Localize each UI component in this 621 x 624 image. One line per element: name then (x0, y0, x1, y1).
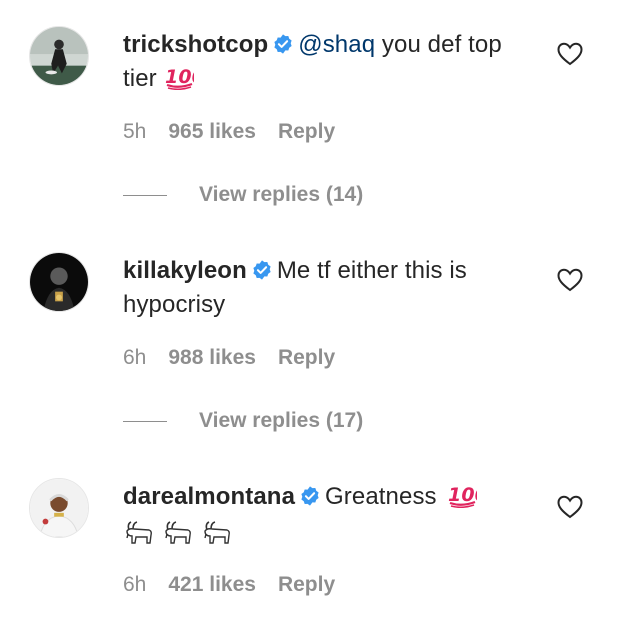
username[interactable]: darealmontana (123, 483, 295, 510)
100-emoji-icon: 100 (447, 482, 488, 518)
comment-time[interactable]: 6h (123, 346, 146, 369)
comment-meta: 5h 965 likes Reply (123, 120, 357, 144)
comment-text: darealmontana Greatness 100 (123, 480, 518, 556)
divider-line (123, 420, 167, 422)
comment-text: trickshotcop@shaq you def top tier 100 (123, 28, 518, 100)
comment-meta: 6h 421 likes Reply (123, 573, 357, 597)
reply-button[interactable]: Reply (278, 573, 335, 596)
view-replies-label: View replies (14) (199, 183, 364, 206)
like-heart-icon[interactable] (557, 495, 583, 519)
likes-count[interactable]: 965 likes (168, 120, 256, 143)
username[interactable]: killakyleon (123, 257, 247, 284)
view-replies-button[interactable]: View replies (17) (123, 409, 363, 433)
like-heart-icon[interactable] (557, 268, 583, 292)
reply-button[interactable]: Reply (278, 346, 335, 369)
comment-body: Greatness (325, 483, 437, 510)
reply-button[interactable]: Reply (278, 120, 335, 143)
verified-badge-icon (299, 483, 321, 506)
like-heart-icon[interactable] (557, 42, 583, 66)
goat-emoji-icon (162, 518, 194, 556)
verified-badge-icon (251, 257, 273, 280)
comment-meta: 6h 988 likes Reply (123, 346, 357, 370)
verified-badge-icon (272, 31, 294, 54)
comment-text: killakyleon Me tf either this is hypocris… (123, 254, 518, 322)
mention-link[interactable]: @shaq (298, 31, 375, 58)
goat-emoji-icon (201, 518, 233, 556)
avatar-image (30, 27, 88, 85)
likes-count[interactable]: 421 likes (168, 573, 256, 596)
view-replies-label: View replies (17) (199, 409, 364, 432)
avatar[interactable] (29, 252, 89, 312)
avatar[interactable] (29, 26, 89, 86)
comment-time[interactable]: 6h (123, 573, 146, 596)
likes-count[interactable]: 988 likes (168, 346, 256, 369)
divider-line (123, 194, 167, 196)
comment-time[interactable]: 5h (123, 120, 146, 143)
view-replies-button[interactable]: View replies (14) (123, 183, 363, 207)
avatar-image (30, 253, 88, 311)
100-emoji-icon: 100 (164, 64, 204, 100)
avatar[interactable] (29, 478, 89, 538)
username[interactable]: trickshotcop (123, 31, 268, 58)
goat-emoji-icon (123, 518, 155, 556)
avatar-image (30, 479, 88, 537)
